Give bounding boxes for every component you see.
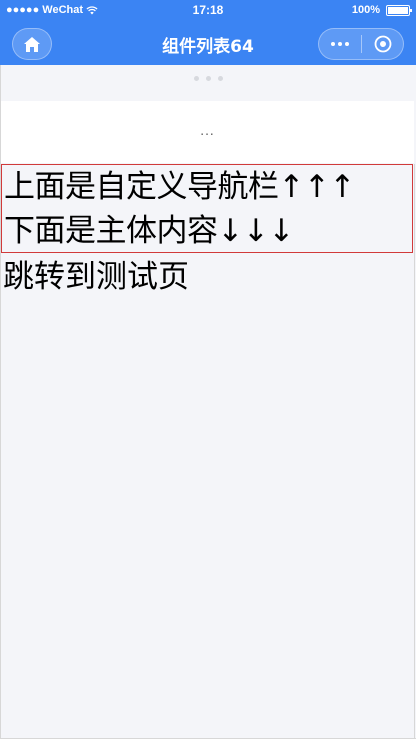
more-dots-icon [331,42,335,46]
more-button[interactable] [319,29,361,59]
battery-percent: 100% [351,4,380,16]
right-divider [414,164,415,739]
battery-info: 100% [351,4,412,16]
loading-indicator [0,65,416,91]
jump-to-test-link[interactable]: 跳转到测试页 [1,255,189,299]
status-bar: ●●●●● WeChat 17:18 100% [0,0,416,22]
battery-icon [386,4,412,16]
custom-navigation-bar: ... [1,101,414,163]
close-button[interactable] [362,29,403,59]
navigation-bar: 组件列表64 [0,22,416,65]
notice-line-down: 下面是主体内容↓↓↓ [4,213,294,249]
notice-box: 上面是自定义导航栏↑↑↑ 下面是主体内容↓↓↓ [1,164,413,253]
target-circle-icon [374,35,391,53]
custom-nav-ellipsis: ... [200,124,215,138]
menu-capsule [318,28,404,60]
notice-line-up: 上面是自定义导航栏↑↑↑ [4,169,355,205]
